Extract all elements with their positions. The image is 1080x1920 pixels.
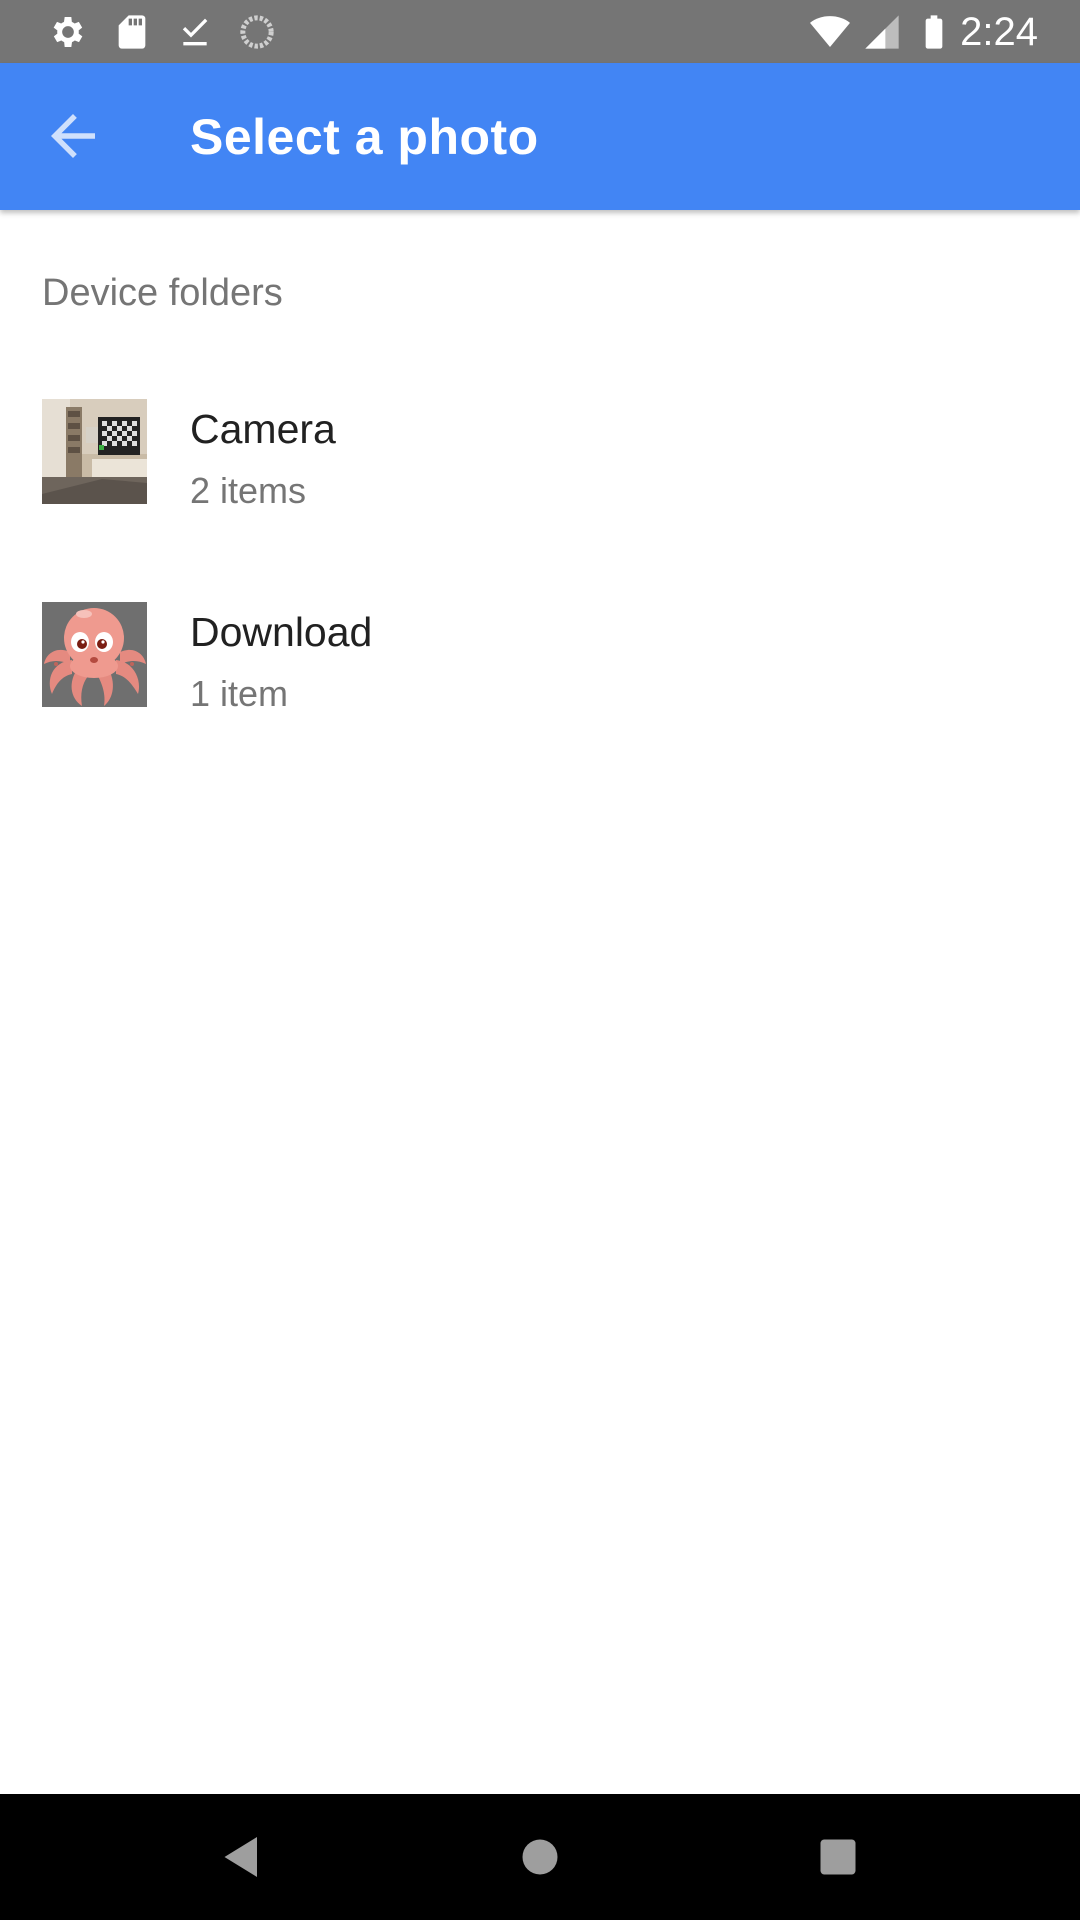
home-nav-button[interactable] — [510, 1827, 570, 1887]
back-button[interactable] — [40, 103, 106, 169]
folder-item-download[interactable]: Download 1 item — [0, 573, 1080, 753]
sd-card-icon — [112, 12, 152, 52]
navigation-bar — [0, 1794, 1080, 1920]
sync-icon — [237, 12, 277, 52]
arrow-back-icon — [51, 114, 95, 158]
folder-item-camera[interactable]: Camera 2 items — [0, 370, 1080, 550]
folder-count: 1 item — [190, 673, 289, 714]
back-nav-icon — [224, 1837, 257, 1877]
octopus-image-thumbnail — [42, 602, 147, 707]
signal-icon — [862, 12, 902, 52]
folder-count: 2 items — [190, 470, 307, 511]
folder-name: Download — [190, 609, 373, 655]
wifi-icon — [810, 12, 850, 52]
battery-icon — [914, 12, 954, 52]
recents-nav-button[interactable] — [808, 1827, 868, 1887]
status-time: 2:24 — [960, 10, 1038, 54]
status-bar: 2:24 — [0, 0, 1080, 63]
download-done-icon — [175, 12, 215, 52]
page-title: Select a photo — [190, 109, 539, 165]
section-header: Device folders — [42, 272, 283, 314]
settings-icon — [48, 12, 88, 52]
app-bar: Select a photo — [0, 63, 1080, 210]
room-photo-thumbnail — [42, 399, 147, 504]
back-nav-button[interactable] — [212, 1827, 272, 1887]
home-nav-icon — [522, 1839, 558, 1875]
recents-nav-icon — [820, 1839, 856, 1875]
folder-name: Camera — [190, 406, 336, 452]
